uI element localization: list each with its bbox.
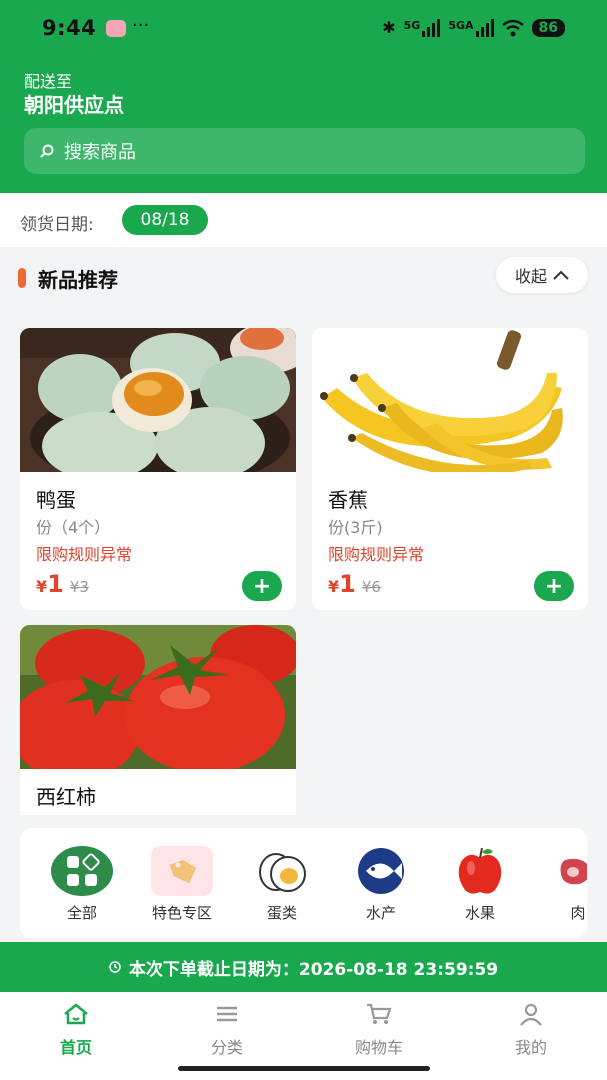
more-notifications-icon: ···	[132, 15, 150, 36]
search-placeholder: 搜索商品	[64, 142, 136, 163]
product-name: 西红柿	[36, 785, 96, 809]
order-deadline-banner: 本次下单截止日期为：2026-08-18 23:59:59	[0, 942, 607, 992]
category-item-eggs[interactable]: 蛋类	[242, 846, 322, 923]
home-icon	[64, 1003, 88, 1025]
pickup-date-label: 领货日期:	[20, 215, 94, 235]
plus-icon: +	[252, 573, 272, 599]
tab-label: 购物车	[354, 1038, 403, 1057]
fish-icon	[350, 846, 412, 896]
network-5ga-label: 5GA	[448, 18, 494, 37]
price-current: ¥1	[328, 570, 356, 598]
category-label: 水果	[464, 904, 495, 922]
tab-cart[interactable]: 购物车	[334, 1002, 424, 1058]
product-price: ¥1 ¥6	[328, 570, 381, 598]
category-label: 水产	[365, 904, 396, 922]
category-item-all[interactable]: 全部	[42, 846, 122, 923]
price-original: ¥3	[69, 578, 89, 596]
collapse-label: 收起	[514, 267, 547, 286]
product-card[interactable]: 香蕉 份(3斤) 限购规则异常 ¥1 ¥6 +	[312, 328, 588, 610]
add-to-cart-button[interactable]: +	[534, 571, 574, 601]
menu-icon	[217, 1006, 237, 1022]
egg-icon	[251, 846, 313, 896]
add-to-cart-button[interactable]: +	[242, 571, 282, 601]
user-icon	[520, 1003, 542, 1026]
status-indicators: ✱ 5G 5GA 86	[382, 18, 565, 37]
tab-profile[interactable]: 我的	[486, 1002, 576, 1058]
category-item-seafood[interactable]: 水产	[341, 846, 421, 923]
product-warning: 限购规则异常	[36, 545, 133, 564]
category-item-special[interactable]: 特色专区	[142, 846, 222, 923]
network-5g-label: 5G	[404, 18, 441, 37]
wifi-icon	[501, 19, 524, 36]
battery-indicator: 86	[531, 18, 565, 37]
search-icon	[40, 144, 54, 158]
cart-icon	[367, 1003, 392, 1024]
category-panel: 全部 特色专区 蛋类 水产 水果 肉	[20, 828, 587, 938]
product-name: 香蕉	[328, 488, 368, 512]
product-card[interactable]: 西红柿	[20, 625, 296, 815]
product-image-duck-egg	[20, 328, 296, 472]
search-input[interactable]: 搜索商品	[24, 128, 585, 174]
status-bar: 9:44 ··· ✱ 5G 5GA 86	[0, 0, 607, 60]
category-label: 肉	[570, 904, 586, 922]
product-card[interactable]: 鸭蛋 份（4个） 限购规则异常 ¥1 ¥3 +	[20, 328, 296, 610]
pickup-date-row: 领货日期: 08/18	[0, 193, 607, 247]
deliver-location[interactable]: 朝阳供应点	[24, 89, 124, 118]
chevron-up-icon	[553, 270, 569, 280]
tab-category[interactable]: 分类	[182, 1002, 272, 1058]
price-original: ¥6	[361, 578, 381, 596]
category-item-meat[interactable]: 肉	[538, 846, 587, 923]
deadline-text: 本次下单截止日期为：2026-08-18 23:59:59	[128, 959, 499, 980]
product-warning: 限购规则异常	[328, 545, 425, 564]
tab-label: 我的	[514, 1038, 547, 1057]
section-title: 新品推荐	[38, 268, 118, 292]
tab-label: 首页	[59, 1038, 92, 1057]
apple-icon	[449, 846, 511, 896]
product-spec: 份(3斤)	[328, 518, 383, 537]
bluetooth-icon: ✱	[382, 18, 396, 37]
product-image-banana	[312, 328, 588, 472]
section-accent-bar	[18, 268, 26, 288]
grid-icon	[51, 846, 113, 896]
clock-icon	[109, 961, 121, 973]
category-label: 特色专区	[151, 904, 212, 922]
category-label: 全部	[66, 904, 97, 922]
meat-icon	[547, 846, 587, 896]
pickup-date-pill[interactable]: 08/18	[122, 205, 208, 235]
category-item-fruit[interactable]: 水果	[440, 846, 520, 923]
price-current: ¥1	[36, 570, 64, 598]
status-time: 9:44	[42, 16, 97, 40]
app-notification-icon	[106, 20, 126, 37]
home-indicator	[178, 1066, 430, 1071]
tag-icon	[151, 846, 213, 896]
plus-icon: +	[544, 573, 564, 599]
product-spec: 份（4个）	[36, 518, 111, 537]
tab-home[interactable]: 首页	[31, 1002, 121, 1058]
product-price: ¥1 ¥3	[36, 570, 89, 598]
collapse-button[interactable]: 收起	[496, 257, 588, 293]
header: 9:44 ··· ✱ 5G 5GA 86 配送至 朝阳供应点 搜索商品	[0, 0, 607, 193]
tab-label: 分类	[210, 1038, 243, 1057]
product-name: 鸭蛋	[36, 488, 76, 512]
category-label: 蛋类	[266, 904, 297, 922]
product-image-tomato	[20, 625, 296, 769]
